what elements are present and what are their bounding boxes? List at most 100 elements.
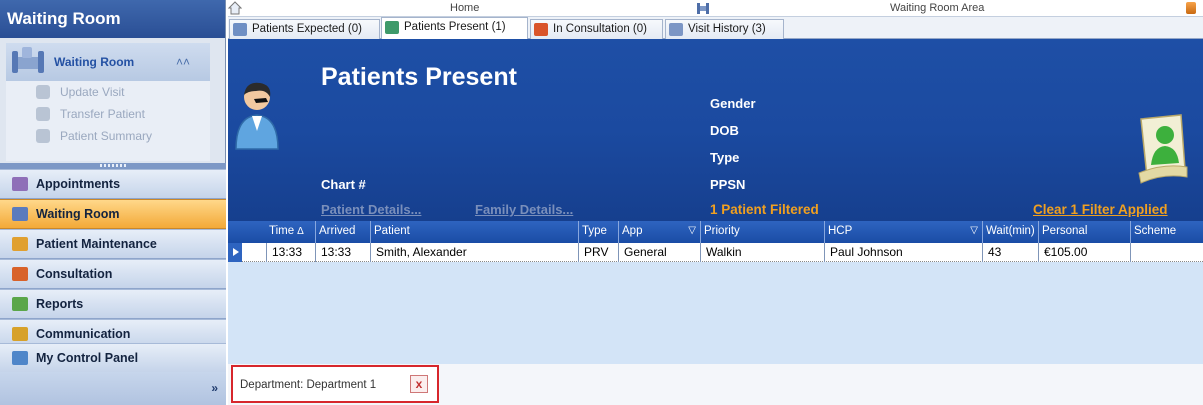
filter-text: Department: Department 1 xyxy=(240,379,377,391)
task-transfer-patient[interactable]: Transfer Patient xyxy=(6,103,210,125)
col-time[interactable]: Time Δ xyxy=(266,221,315,243)
cell-app: General xyxy=(618,243,700,262)
task-label: Transfer Patient xyxy=(60,107,145,121)
patient-avatar-icon xyxy=(232,79,290,151)
sidebar: Waiting Room Waiting Room ˄˄ Update Visi… xyxy=(0,0,226,405)
reports-icon xyxy=(12,297,28,311)
col-header-label: Time xyxy=(269,225,295,237)
cell-type: PRV xyxy=(578,243,618,262)
nav-label: Patient Maintenance xyxy=(36,237,157,251)
row-selector[interactable] xyxy=(228,243,242,262)
sidebar-overflow-bar: » xyxy=(0,372,226,405)
col-type[interactable]: Type xyxy=(578,221,618,243)
sidebar-title: Waiting Room xyxy=(0,0,225,38)
tab-label: In Consultation (0) xyxy=(553,23,647,35)
col-app[interactable]: App ▽ xyxy=(618,221,700,243)
col-header-label: App xyxy=(622,225,643,237)
chart-number-label: Chart # xyxy=(321,177,366,192)
col-personal[interactable]: Personal xyxy=(1038,221,1130,243)
task-panel-title: Waiting Room xyxy=(54,55,135,69)
clear-filter-link[interactable]: Clear 1 Filter Applied xyxy=(1033,202,1168,217)
patients-grid: Time Δ Arrived Patient Type App ▽ Priority… xyxy=(228,221,1203,364)
nav-label: Reports xyxy=(36,297,84,311)
task-label: Update Visit xyxy=(60,85,125,99)
cell-arrived: 13:33 xyxy=(315,243,370,262)
collapse-chevron-icon[interactable]: ˄˄ xyxy=(176,55,190,69)
tab-label: Patients Expected (0) xyxy=(252,23,362,35)
home-link[interactable]: Home xyxy=(450,2,479,14)
tab-label: Patients Present (1) xyxy=(404,21,506,33)
cell-personal: €105.00 xyxy=(1038,243,1130,262)
area-label: Waiting Room Area xyxy=(890,2,985,14)
tab-patients-present[interactable]: Patients Present (1) xyxy=(381,17,528,39)
row-pointer-icon xyxy=(233,248,239,256)
nav-label: Consultation xyxy=(36,267,113,281)
more-chevron-icon[interactable]: » xyxy=(211,381,218,395)
tab-strip: Patients Expected (0) Patients Present (… xyxy=(228,17,1203,39)
nav-reports[interactable]: Reports xyxy=(0,289,226,319)
col-header-label: Patient xyxy=(374,225,410,237)
task-update-visit[interactable]: Update Visit xyxy=(6,81,210,103)
communication-icon xyxy=(12,327,28,341)
family-details-link[interactable]: Family Details... xyxy=(475,202,573,217)
nav-patient-maintenance[interactable]: Patient Maintenance xyxy=(0,229,226,259)
dob-label: DOB xyxy=(710,123,739,138)
patient-summary-icon xyxy=(36,129,50,143)
table-row[interactable]: 13:33 13:33 Smith, Alexander PRV General… xyxy=(228,243,1203,262)
home-icon[interactable] xyxy=(227,1,243,18)
waiting-room-area-icon xyxy=(696,1,710,15)
waiting-room-large-icon xyxy=(10,47,46,77)
col-header-label: Arrived xyxy=(319,225,356,237)
consultation-icon xyxy=(12,267,28,281)
patient-details-link[interactable]: Patient Details... xyxy=(321,202,421,217)
cell-priority: Walkin xyxy=(700,243,824,262)
nav-label: Communication xyxy=(36,327,131,341)
nav-appointments[interactable]: Appointments xyxy=(0,169,226,199)
grid-header: Time Δ Arrived Patient Type App ▽ Priority… xyxy=(228,221,1203,243)
cell-patient: Smith, Alexander xyxy=(370,243,578,262)
col-priority[interactable]: Priority xyxy=(700,221,824,243)
patient-maintenance-icon xyxy=(12,237,28,251)
waiting-room-icon xyxy=(12,207,28,221)
col-header-label: Priority xyxy=(704,225,740,237)
tab-visit-history[interactable]: Visit History (3) xyxy=(665,19,784,39)
nav-waiting-room[interactable]: Waiting Room xyxy=(0,199,226,229)
col-wait[interactable]: Wait(min) xyxy=(982,221,1038,243)
task-label: Patient Summary xyxy=(60,129,153,143)
gender-label: Gender xyxy=(710,96,756,111)
patient-header-panel: Patients Present Gender DOB Type PPSN Ch… xyxy=(228,39,1203,221)
nav-label: Appointments xyxy=(36,177,121,191)
task-patient-summary[interactable]: Patient Summary xyxy=(6,125,210,147)
remove-filter-button[interactable]: x xyxy=(410,375,428,393)
col-header-label: Scheme xyxy=(1134,225,1177,237)
col-header-label: Wait(min) xyxy=(986,225,1035,237)
col-header-label: Type xyxy=(582,225,607,237)
col-hcp[interactable]: HCP ▽ xyxy=(824,221,982,243)
column-filter-icon[interactable]: ▽ xyxy=(970,225,978,236)
tab-in-consultation[interactable]: In Consultation (0) xyxy=(530,19,663,39)
patients-expected-icon xyxy=(233,23,247,36)
control-panel-icon xyxy=(12,351,28,365)
patient-card-icon[interactable] xyxy=(1133,107,1193,187)
patients-filtered-text: 1 Patient Filtered xyxy=(710,202,819,217)
nav-label: My Control Panel xyxy=(36,351,139,365)
nav-label: Waiting Room xyxy=(36,207,120,221)
tab-label: Visit History (3) xyxy=(688,23,766,35)
nav-my-control-panel[interactable]: My Control Panel xyxy=(0,343,226,373)
active-filter-chip: Department: Department 1 x xyxy=(231,365,439,403)
col-header-label: HCP xyxy=(828,225,853,237)
col-header-label: Personal xyxy=(1042,225,1088,237)
exit-icon[interactable] xyxy=(1186,2,1196,14)
type-label: Type xyxy=(710,150,740,165)
update-visit-icon xyxy=(36,85,50,99)
sort-asc-icon: Δ xyxy=(297,226,304,237)
col-patient[interactable]: Patient xyxy=(370,221,578,243)
cell-scheme xyxy=(1130,243,1203,262)
col-arrived[interactable]: Arrived xyxy=(315,221,370,243)
task-panel-header[interactable]: Waiting Room ˄˄ xyxy=(6,43,210,81)
column-filter-icon[interactable]: ▽ xyxy=(688,225,696,236)
col-scheme[interactable]: Scheme xyxy=(1130,221,1203,243)
sidebar-task-panel: Waiting Room ˄˄ Update Visit Transfer Pa… xyxy=(6,43,210,161)
tab-patients-expected[interactable]: Patients Expected (0) xyxy=(229,19,380,39)
nav-consultation[interactable]: Consultation xyxy=(0,259,226,289)
